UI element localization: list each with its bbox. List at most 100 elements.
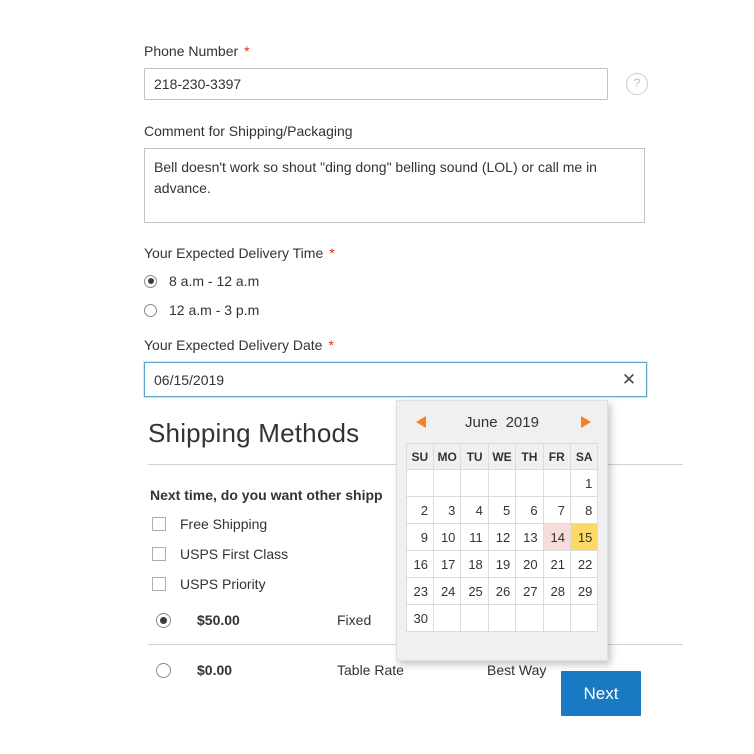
delivery-date-label: Your Expected Delivery Date * bbox=[144, 336, 334, 354]
shipping-checkbox-row-0[interactable]: Free Shipping bbox=[152, 515, 267, 533]
datepicker-empty-cell bbox=[460, 469, 489, 497]
datepicker-day-28[interactable]: 28 bbox=[542, 577, 571, 605]
comment-textarea[interactable]: Bell doesn't work so shout "ding dong" b… bbox=[144, 148, 645, 223]
checkout-shipping-page: Phone Number * ? Comment for Shipping/Pac… bbox=[0, 0, 754, 754]
question-mark-circle-icon[interactable]: ? bbox=[626, 73, 648, 95]
comment-label: Comment for Shipping/Packaging bbox=[144, 122, 353, 140]
checkbox-icon-unchecked[interactable] bbox=[152, 577, 166, 591]
radio-icon-unselected[interactable] bbox=[144, 303, 157, 317]
checkbox-icon-unchecked[interactable] bbox=[152, 547, 166, 561]
datepicker-day-20[interactable]: 20 bbox=[515, 550, 544, 578]
datepicker-year: 2019 bbox=[505, 413, 539, 431]
delivery-time-label-text: Your Expected Delivery Time bbox=[144, 245, 324, 261]
datepicker-day-18[interactable]: 18 bbox=[460, 550, 489, 578]
phone-number-row: ? bbox=[144, 68, 648, 100]
datepicker-day-26[interactable]: 26 bbox=[487, 577, 517, 605]
datepicker-day-29[interactable]: 29 bbox=[569, 577, 599, 605]
shipping-methods-heading: Shipping Methods bbox=[148, 418, 360, 448]
next-button[interactable]: Next bbox=[561, 671, 641, 716]
datepicker-day-3[interactable]: 3 bbox=[433, 496, 462, 524]
datepicker-day-19[interactable]: 19 bbox=[487, 550, 517, 578]
datepicker-week-row: 23 24 25 26 27 28 29 bbox=[405, 577, 599, 605]
datepicker-popup[interactable]: June 2019 SU MO TU WE TH FR SA 1 2 3 4 5 6 7 8 9 10 11 12 1… bbox=[396, 400, 608, 661]
datepicker-day-15[interactable]: 15 bbox=[569, 523, 599, 551]
datepicker-day-22[interactable]: 22 bbox=[569, 550, 599, 578]
delivery-time-option-1[interactable]: 12 a.m - 3 p.m bbox=[144, 300, 259, 320]
datepicker-grid: SU MO TU WE TH FR SA 1 2 3 4 5 6 7 8 9 10 11 12 13 14 15 16 17… bbox=[405, 443, 599, 632]
datepicker-empty-cell bbox=[542, 604, 571, 632]
phone-number-input[interactable] bbox=[144, 68, 608, 100]
datepicker-empty-cell bbox=[515, 604, 544, 632]
datepicker-title: June 2019 bbox=[465, 414, 539, 431]
radio-icon-unselected[interactable] bbox=[156, 662, 171, 678]
delivery-time-option-0-label: 8 a.m - 12 a.m bbox=[169, 273, 260, 289]
datepicker-weekday-2: TU bbox=[460, 443, 489, 470]
delivery-date-label-text: Your Expected Delivery Date bbox=[144, 337, 323, 353]
datepicker-weekday-row: SU MO TU WE TH FR SA bbox=[405, 443, 599, 470]
triangle-right-icon[interactable] bbox=[581, 416, 591, 428]
datepicker-weekday-6: SA bbox=[569, 443, 599, 470]
datepicker-day-7[interactable]: 7 bbox=[542, 496, 571, 524]
datepicker-weekday-1: MO bbox=[433, 443, 462, 470]
datepicker-empty-cell bbox=[405, 469, 435, 497]
datepicker-day-14[interactable]: 14 bbox=[542, 523, 571, 551]
delivery-time-option-0[interactable]: 8 a.m - 12 a.m bbox=[144, 271, 259, 291]
delivery-time-option-1-label: 12 a.m - 3 p.m bbox=[169, 302, 260, 318]
datepicker-week-row: 16 17 18 19 20 21 22 bbox=[405, 550, 599, 578]
datepicker-empty-cell bbox=[569, 604, 599, 632]
datepicker-empty-cell bbox=[487, 604, 517, 632]
datepicker-day-24[interactable]: 24 bbox=[433, 577, 462, 605]
close-icon[interactable]: ✕ bbox=[612, 363, 646, 396]
datepicker-day-16[interactable]: 16 bbox=[405, 550, 435, 578]
datepicker-day-9[interactable]: 9 bbox=[405, 523, 435, 551]
radio-icon-selected[interactable] bbox=[156, 612, 171, 628]
datepicker-empty-cell bbox=[433, 604, 462, 632]
datepicker-weekday-4: TH bbox=[515, 443, 544, 470]
delivery-time-required-marker: * bbox=[329, 245, 335, 261]
datepicker-week-row: 1 bbox=[405, 469, 599, 497]
datepicker-empty-cell bbox=[460, 604, 489, 632]
datepicker-week-row: 2345678 bbox=[405, 496, 599, 524]
shipping-rate-carrier: Table Rate bbox=[337, 662, 404, 678]
shipping-checkbox-label-2: USPS Priority bbox=[180, 576, 266, 592]
datepicker-day-21[interactable]: 21 bbox=[542, 550, 571, 578]
datepicker-day-30[interactable]: 30 bbox=[405, 604, 435, 632]
shipping-checkbox-row-2[interactable]: USPS Priority bbox=[152, 575, 266, 593]
datepicker-day-23[interactable]: 23 bbox=[405, 577, 435, 605]
datepicker-day-27[interactable]: 27 bbox=[515, 577, 544, 605]
datepicker-weekday-5: FR bbox=[542, 443, 571, 470]
shipping-rate-row[interactable]: $0.00 Table Rate Best Way bbox=[156, 659, 546, 681]
shipping-checkbox-label-1: USPS First Class bbox=[180, 546, 289, 562]
datepicker-week-row: 9 10 11 12 13 14 15 bbox=[405, 523, 599, 551]
datepicker-day-12[interactable]: 12 bbox=[487, 523, 517, 551]
datepicker-day-2[interactable]: 2 bbox=[405, 496, 435, 524]
datepicker-day-1[interactable]: 1 bbox=[569, 469, 599, 497]
datepicker-day-10[interactable]: 10 bbox=[433, 523, 462, 551]
delivery-date-input[interactable] bbox=[145, 363, 612, 396]
delivery-date-field[interactable]: ✕ bbox=[144, 362, 647, 397]
datepicker-day-6[interactable]: 6 bbox=[515, 496, 544, 524]
comment-label-text: Comment for Shipping/Packaging bbox=[144, 123, 353, 139]
shipping-checkbox-label-0: Free Shipping bbox=[180, 516, 268, 532]
datepicker-day-17[interactable]: 17 bbox=[433, 550, 462, 578]
datepicker-day-11[interactable]: 11 bbox=[460, 523, 489, 551]
radio-icon-selected[interactable] bbox=[144, 274, 157, 288]
datepicker-day-4[interactable]: 4 bbox=[460, 496, 489, 524]
datepicker-day-5[interactable]: 5 bbox=[487, 496, 517, 524]
datepicker-day-25[interactable]: 25 bbox=[460, 577, 489, 605]
delivery-time-label: Your Expected Delivery Time * bbox=[144, 244, 335, 262]
datepicker-weekday-0: SU bbox=[405, 443, 435, 470]
shipping-rate-method: Best Way bbox=[487, 662, 547, 678]
datepicker-header: June 2019 bbox=[397, 401, 607, 443]
datepicker-empty-cell bbox=[433, 469, 462, 497]
shipping-question-text: Next time, do you want other shipp bbox=[150, 487, 383, 503]
datepicker-month: June bbox=[465, 413, 498, 431]
triangle-left-icon[interactable] bbox=[416, 416, 426, 428]
shipping-rate-price: $50.00 bbox=[197, 612, 240, 628]
checkbox-icon-unchecked[interactable] bbox=[152, 517, 166, 531]
datepicker-day-8[interactable]: 8 bbox=[569, 496, 599, 524]
shipping-checkbox-row-1[interactable]: USPS First Class bbox=[152, 545, 288, 563]
datepicker-day-13[interactable]: 13 bbox=[515, 523, 544, 551]
datepicker-weekday-3: WE bbox=[487, 443, 517, 470]
datepicker-body: 1 2 3 4 5 6 7 8 9 10 11 12 13 14 15 16 17 18 19 20 21 22 23 24 2… bbox=[405, 469, 599, 632]
